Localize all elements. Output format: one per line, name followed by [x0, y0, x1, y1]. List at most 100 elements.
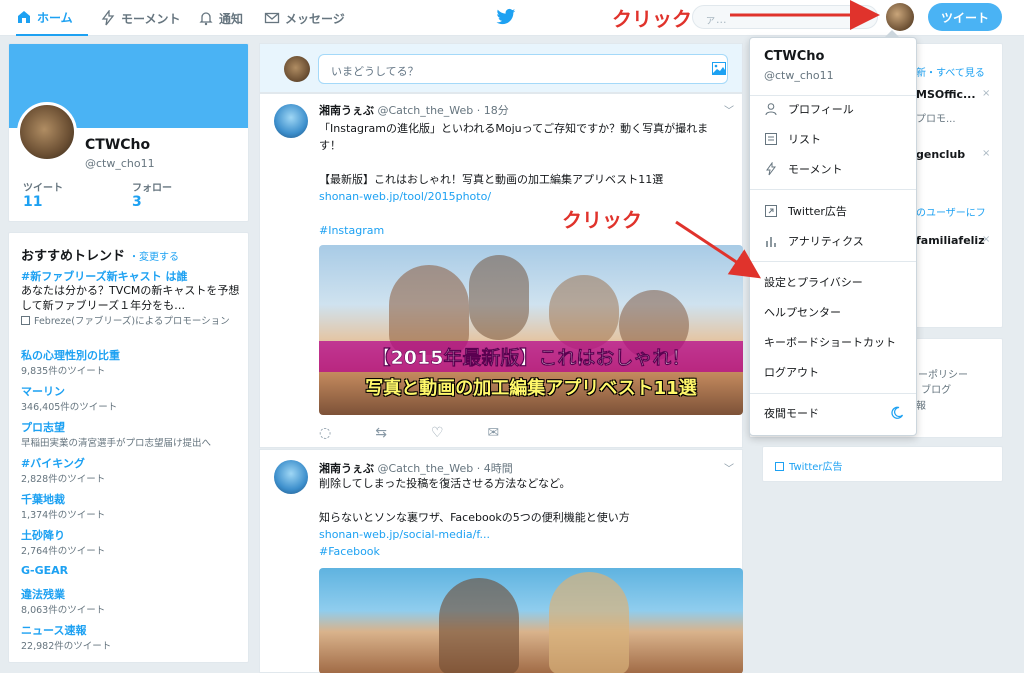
tweet-link[interactable]: shonan-web.jp/tool/2015photo/	[319, 188, 739, 205]
dropdown-user-handle[interactable]: @ctw_cho11	[764, 69, 834, 82]
tweet-text: 削除してしまった投稿を復活させる方法などなど。 知らないとソンな裏ワザ、Face…	[319, 475, 739, 560]
trend-description[interactable]: あなたは分かる？TVCMの新キャストを予想して新ファブリーズ１年分をも…	[21, 283, 243, 313]
tweet-line: 削除してしまった投稿を復活させる方法などなど。	[319, 477, 571, 490]
tweet-header: 湘南うぇぶ @Catch_the_Web · 4時間	[319, 460, 513, 476]
menu-item-logout[interactable]: ログアウト	[750, 358, 916, 386]
tweet-timestamp[interactable]: · 4時間	[477, 462, 513, 475]
tweet-line: 【最新版】これはおしゃれ！写真と動画の加工編集アプリベスト11選	[319, 173, 664, 186]
account-avatar-button[interactable]	[886, 3, 914, 31]
trend-item[interactable]: ニュース速報	[21, 622, 86, 638]
trend-item[interactable]: 千葉地裁	[21, 491, 65, 507]
nav-home-label: ホーム	[37, 10, 73, 25]
profile-avatar[interactable]	[17, 102, 77, 162]
ads-card: Twitter広告	[762, 446, 1003, 482]
tweet-author-avatar[interactable]	[274, 104, 308, 138]
menu-item-label: モーメント	[788, 163, 843, 176]
lightning-icon	[766, 162, 776, 176]
wtf-user[interactable]: genclub	[916, 148, 965, 161]
trend-count: 9,835件のツイート	[21, 366, 106, 377]
wtf-promo: プロモ...	[916, 114, 956, 125]
menu-item-night-mode[interactable]: 夜間モード	[750, 399, 916, 427]
tweet-hashtag[interactable]: #Instagram	[319, 222, 739, 239]
nav-notifications[interactable]: 通知	[198, 0, 243, 36]
menu-item-help[interactable]: ヘルプセンター	[750, 298, 916, 326]
tweet-text: 「Instagramの進化版」といわれるMojuってご存知ですか？動く写真が撮れ…	[319, 120, 739, 239]
tweet-author-name[interactable]: 湘南うぇぶ	[319, 462, 374, 475]
moon-icon	[891, 406, 904, 419]
close-icon[interactable]: ×	[982, 148, 990, 159]
menu-item-moments[interactable]: モーメント	[750, 155, 916, 183]
trend-item[interactable]: #バイキング	[21, 455, 85, 471]
divider	[750, 261, 916, 262]
profile-handle[interactable]: @ctw_cho11	[85, 157, 155, 170]
person-icon	[765, 103, 777, 116]
profile-card: CTWCho @ctw_cho11 ツイート 11 フォロー 3	[8, 43, 249, 222]
trend-item[interactable]: #新ファブリーズ新キャスト は誰	[21, 268, 188, 284]
message-icon[interactable]: ✉	[488, 425, 500, 441]
trend-count: 2,828件のツイート	[21, 474, 106, 485]
trend-item[interactable]: プロ志望	[21, 419, 65, 435]
trend-item[interactable]: 違法残業	[21, 586, 65, 602]
reply-icon[interactable]: ◌	[319, 425, 331, 441]
menu-item-lists[interactable]: リスト	[750, 125, 916, 153]
menu-item-ads[interactable]: Twitter広告	[750, 197, 916, 225]
tweets-count-label[interactable]: ツイート	[23, 179, 63, 194]
tweet-media-image[interactable]	[319, 568, 743, 673]
compose-box: いまどうしてる？	[259, 43, 743, 93]
close-icon[interactable]: ×	[982, 234, 990, 245]
wtf-find-people[interactable]: のユーザーにフ	[916, 204, 986, 219]
trend-count: 1,374件のツイート	[21, 510, 106, 521]
profile-name[interactable]: CTWCho	[85, 137, 150, 153]
nav-home[interactable]: ホーム	[16, 0, 88, 36]
footer-link[interactable]: シーポリシー	[908, 366, 968, 381]
following-count[interactable]: 3	[132, 194, 142, 210]
menu-item-settings[interactable]: 設定とプライバシー	[750, 268, 916, 296]
search-input[interactable]: ァ...	[692, 5, 878, 29]
tweet-button[interactable]: ツイート	[928, 3, 1002, 31]
tweet-media-image[interactable]: 【2015年最新版】これはおしゃれ！ 写真と動画の加工編集アプリベスト11選	[319, 245, 743, 415]
image-upload-icon[interactable]	[712, 62, 726, 75]
tweet-author-avatar[interactable]	[274, 460, 308, 494]
trends-change-link[interactable]: ・変更する	[129, 252, 179, 263]
compose-input[interactable]: いまどうしてる？	[318, 54, 728, 84]
close-icon[interactable]: ×	[982, 88, 990, 99]
trend-item[interactable]: 土砂降り	[21, 527, 65, 543]
tweet-timestamp[interactable]: · 18分	[477, 104, 509, 117]
envelope-icon	[264, 12, 280, 24]
trend-item[interactable]: 私の心理性別の比重	[21, 347, 120, 363]
wtf-user[interactable]: familiafeliz	[916, 234, 985, 247]
tweet-link[interactable]: shonan-web.jp/social-media/f...	[319, 526, 739, 543]
twitter-bird-icon[interactable]	[496, 8, 516, 26]
wtf-view-all[interactable]: 新・すべて見る	[916, 64, 985, 79]
trend-count: 8,063件のツイート	[21, 605, 106, 616]
ads-link[interactable]: Twitter広告	[775, 458, 843, 473]
menu-item-shortcuts[interactable]: キーボードショートカット	[750, 328, 916, 356]
tweet-author-name[interactable]: 湘南うぇぶ	[319, 104, 374, 117]
trend-item[interactable]: マーリン	[21, 383, 65, 399]
tweet-item[interactable]: 湘南うぇぶ @Catch_the_Web · 18分 ﹀ 「Instagramの…	[259, 93, 743, 448]
following-count-label[interactable]: フォロー	[132, 179, 172, 194]
tweet-line: す！	[319, 139, 341, 152]
tweets-count[interactable]: 11	[23, 194, 42, 210]
menu-item-analytics[interactable]: アナリティクス	[750, 227, 916, 255]
trend-item[interactable]: G-GEAR	[21, 564, 68, 577]
image-caption-1: 【2015年最新版】これはおしゃれ！	[319, 341, 743, 372]
nav-messages[interactable]: メッセージ	[264, 0, 345, 36]
home-icon	[18, 11, 30, 23]
nav-moments[interactable]: モーメント	[100, 0, 181, 36]
retweet-icon[interactable]: ⇆	[375, 425, 387, 441]
tweet-author-handle[interactable]: @Catch_the_Web	[378, 104, 474, 117]
tweet-hashtag[interactable]: #Facebook	[319, 543, 739, 560]
dropdown-user-name[interactable]: CTWCho	[764, 49, 824, 64]
annotation-click-top: クリック	[612, 7, 692, 31]
wtf-user[interactable]: MSOffic...	[916, 88, 976, 101]
nav-notifications-label: 通知	[219, 11, 244, 26]
tweet-item[interactable]: 湘南うぇぶ @Catch_the_Web · 4時間 ﹀ 削除してしまった投稿を…	[259, 449, 743, 673]
chevron-down-icon[interactable]: ﹀	[724, 102, 734, 117]
like-icon[interactable]: ♡	[431, 425, 444, 441]
tweet-header: 湘南うぇぶ @Catch_the_Web · 18分	[319, 102, 509, 118]
tweet-author-handle[interactable]: @Catch_the_Web	[378, 462, 474, 475]
menu-item-profile[interactable]: プロフィール	[750, 95, 916, 123]
chevron-down-icon[interactable]: ﹀	[724, 460, 734, 475]
footer-link[interactable]: 報	[916, 397, 926, 412]
